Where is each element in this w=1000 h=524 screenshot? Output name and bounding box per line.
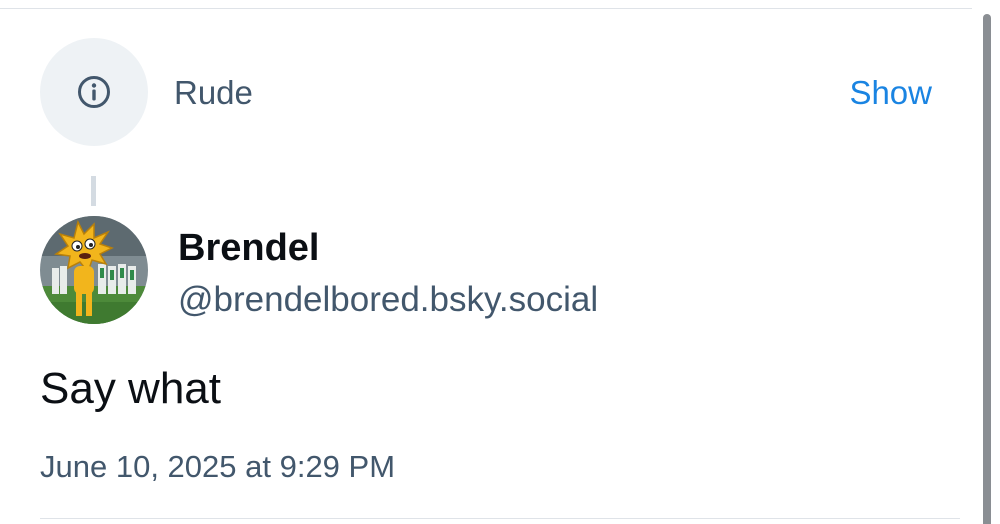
top-divider [0,8,1000,9]
show-content-button[interactable]: Show [849,74,932,112]
post-text: Say what [40,364,221,413]
moderation-label: Rude [174,74,253,111]
avatar-mascot [40,216,148,324]
moderation-notice: Rude Show [40,38,932,146]
moderation-icon-container [40,38,148,146]
scrollbar-thumb[interactable] [983,14,991,524]
bottom-divider [40,518,960,519]
info-circle-icon [78,76,110,108]
avatar[interactable] [40,216,148,324]
thread-connector-line [91,176,96,206]
post-timestamp[interactable]: June 10, 2025 at 9:29 PM [40,448,395,486]
author-display-name[interactable]: Brendel [178,226,319,270]
post-thread-view: Rude Show Brendel @brendelbored.bsky.soc… [0,0,1000,524]
author-handle[interactable]: @brendelbored.bsky.social [178,280,598,320]
scrollbar[interactable] [972,0,1000,524]
